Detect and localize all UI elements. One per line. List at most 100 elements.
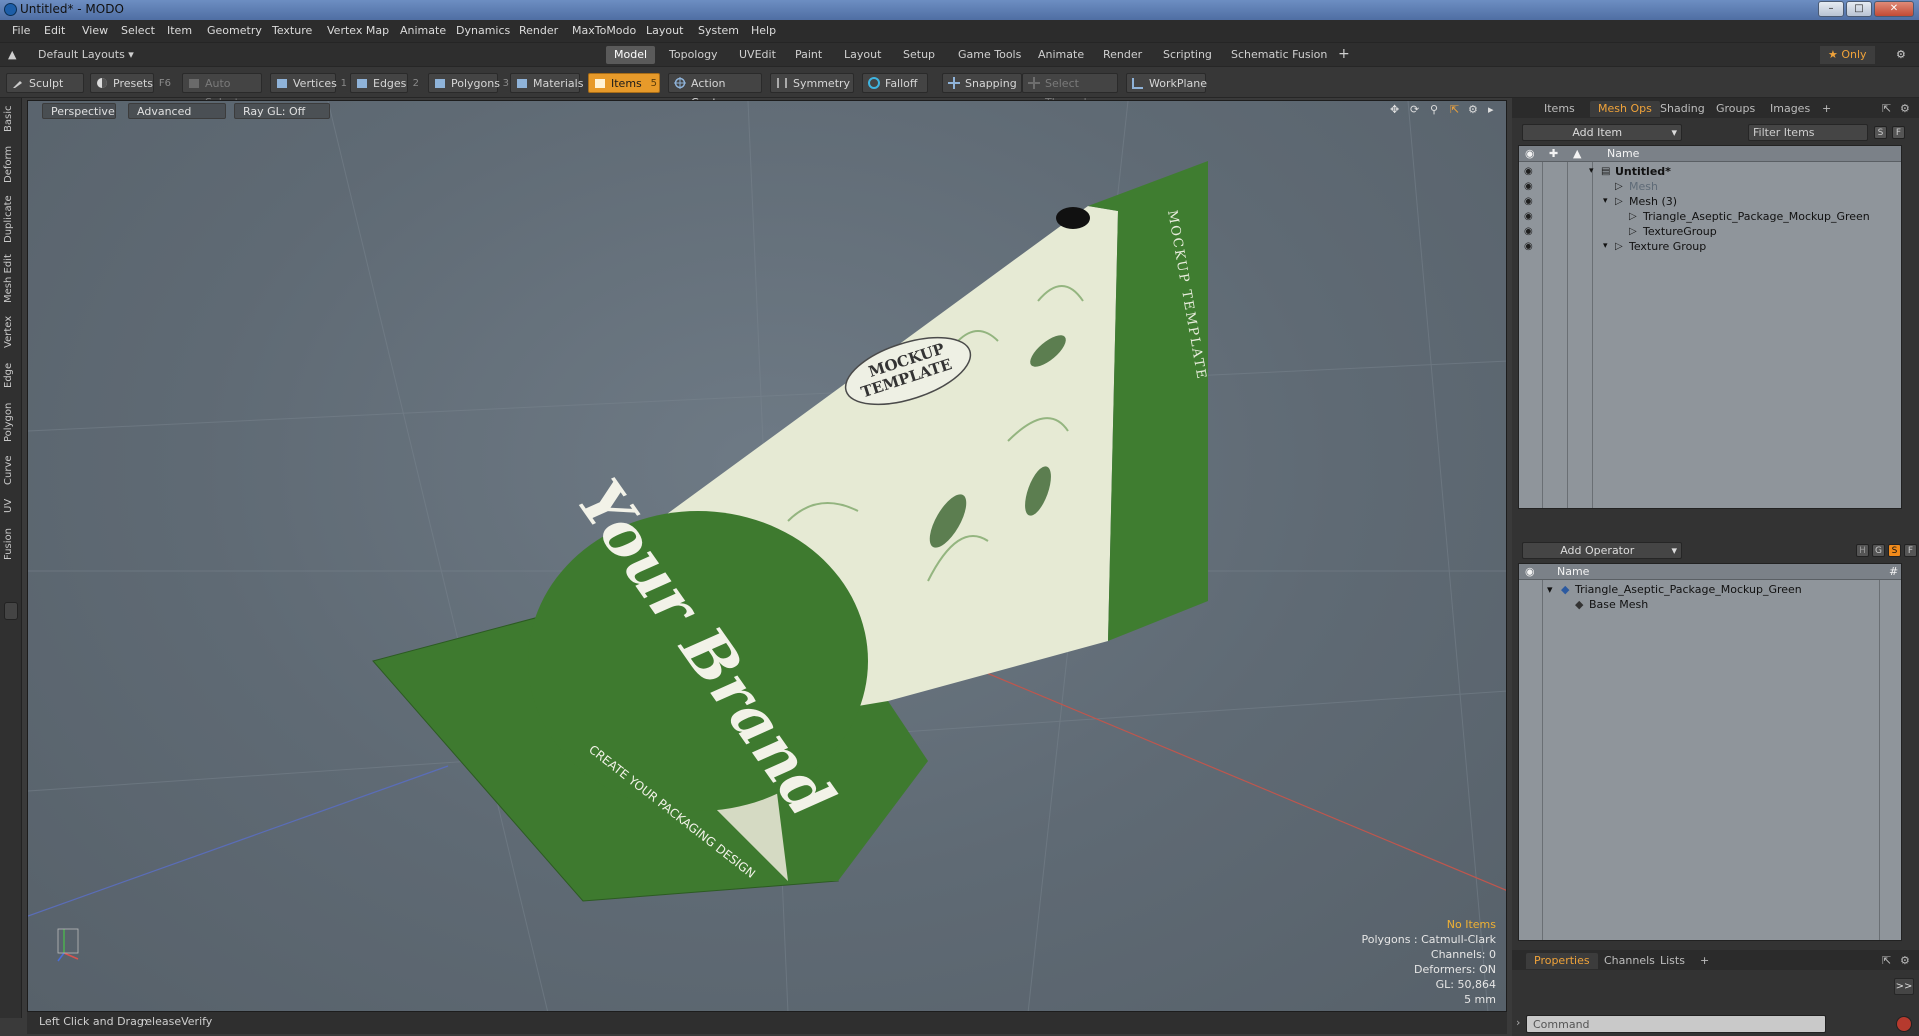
tab-paint[interactable]: Paint	[787, 46, 830, 64]
menu-maxtomodo[interactable]: MaxToModo	[572, 24, 636, 37]
tab-uv[interactable]: UV	[3, 496, 19, 516]
menu-render[interactable]: Render	[519, 24, 558, 37]
eye-icon[interactable]: ◉	[1524, 224, 1533, 239]
filter-f-toggle[interactable]: F	[1892, 126, 1905, 139]
menu-edit[interactable]: Edit	[44, 24, 65, 37]
meshops-g-toggle[interactable]: G	[1872, 544, 1885, 557]
snapping-button[interactable]: Snapping	[942, 73, 1022, 93]
tab-vertex[interactable]: Vertex	[3, 314, 19, 350]
tab-polygon[interactable]: Polygon	[3, 400, 19, 444]
polygons-button[interactable]: Polygons 3	[428, 73, 509, 93]
tab-fusion[interactable]: Fusion	[3, 526, 19, 562]
add-panel-tab-button[interactable]: +	[1814, 101, 1839, 117]
tab-mesh-ops[interactable]: Mesh Ops	[1590, 101, 1660, 117]
presets-button[interactable]: Presets F6	[90, 73, 171, 93]
vertices-button[interactable]: Vertices 1	[270, 73, 347, 93]
tab-setup[interactable]: Setup	[895, 46, 943, 64]
item-row[interactable]: ◉ ▷ Triangle_Aseptic_Package_Mockup_Green	[1519, 209, 1901, 224]
name-column-header[interactable]: Name	[1607, 147, 1639, 160]
add-operator-dropdown[interactable]: Add Operator ▾	[1522, 542, 1682, 559]
meshops-name-header[interactable]: Name	[1557, 565, 1589, 578]
tab-topology[interactable]: Topology	[661, 46, 726, 64]
eye-icon[interactable]: ◉	[1524, 239, 1533, 254]
raygl-dropdown[interactable]: Ray GL: Off	[234, 103, 330, 119]
only-toggle[interactable]: ★ Only	[1820, 46, 1875, 64]
meshop-row[interactable]: ▾ ◆ Triangle_Aseptic_Package_Mockup_Gree…	[1519, 582, 1901, 597]
tab-edge[interactable]: Edge	[3, 360, 19, 390]
zoom-view-icon[interactable]: ⚲	[1430, 103, 1438, 116]
tree-expand-icon[interactable]: ▾	[1589, 164, 1594, 179]
sculpt-button[interactable]: Sculpt	[6, 73, 84, 93]
item-row[interactable]: ◉ ▷ Mesh	[1519, 179, 1901, 194]
tab-animate[interactable]: Animate	[1030, 46, 1092, 64]
meshop-row[interactable]: ◆ Base Mesh	[1519, 597, 1901, 612]
eye-icon[interactable]: ◉	[1524, 209, 1533, 224]
eye-icon[interactable]: ◉	[1524, 179, 1533, 194]
item-row[interactable]: ◉ ▾ ▷ Texture Group	[1519, 239, 1901, 254]
panel-settings-icon[interactable]: ⚙	[1892, 101, 1918, 117]
tree-expand-icon[interactable]: ▾	[1603, 239, 1608, 254]
menu-texture[interactable]: Texture	[272, 24, 312, 37]
tab-curve[interactable]: Curve	[3, 454, 19, 486]
tab-scripting[interactable]: Scripting	[1155, 46, 1220, 64]
menu-select[interactable]: Select	[121, 24, 155, 37]
item-row[interactable]: ◉ ▾ ▤ Untitled*	[1519, 164, 1901, 179]
filter-items-field[interactable]: Filter Items	[1748, 124, 1868, 141]
layout-menu-icon[interactable]: ▲	[4, 46, 20, 64]
expand-properties-button[interactable]: >>	[1894, 978, 1914, 995]
menu-animate[interactable]: Animate	[400, 24, 446, 37]
3d-viewport[interactable]: MOCKUP TEMPLATE MOCKUP TEMPLATE Your Bra…	[27, 100, 1507, 1012]
fit-view-icon[interactable]: ⇱	[1450, 103, 1459, 116]
minimize-button[interactable]: –	[1818, 1, 1844, 17]
auto-select-button[interactable]: Auto Select	[182, 73, 262, 109]
items-button[interactable]: Items 5	[588, 73, 660, 93]
tab-basic[interactable]: Basic	[3, 104, 19, 134]
eye-icon[interactable]: ◉	[1524, 164, 1533, 179]
record-macro-icon[interactable]	[1896, 1016, 1912, 1032]
tab-groups[interactable]: Groups	[1708, 101, 1763, 117]
tab-items[interactable]: Items	[1536, 101, 1583, 117]
menu-item[interactable]: Item	[167, 24, 192, 37]
tab-images[interactable]: Images	[1762, 101, 1818, 117]
tab-render[interactable]: Render	[1095, 46, 1150, 64]
default-layouts-dropdown[interactable]: Default Layouts ▾	[30, 46, 142, 64]
menu-system[interactable]: System	[698, 24, 739, 37]
properties-settings-icon[interactable]: ⚙	[1892, 953, 1918, 969]
menu-help[interactable]: Help	[751, 24, 776, 37]
maximize-button[interactable]: □	[1846, 1, 1872, 17]
meshops-s-toggle[interactable]: S	[1888, 544, 1901, 557]
item-row[interactable]: ◉ ▾ ▷ Mesh (3)	[1519, 194, 1901, 209]
perspective-dropdown[interactable]: Perspective	[42, 103, 116, 119]
tab-schematic-fusion[interactable]: Schematic Fusion	[1223, 46, 1335, 64]
tab-layout[interactable]: Layout	[836, 46, 889, 64]
tab-mesh-edit[interactable]: Mesh Edit	[3, 254, 19, 304]
tab-uvedit[interactable]: UVEdit	[731, 46, 784, 64]
falloff-button[interactable]: Falloff	[862, 73, 928, 93]
menu-layout[interactable]: Layout	[646, 24, 683, 37]
tree-expand-icon[interactable]: ▾	[1547, 582, 1553, 597]
materials-button[interactable]: Materials	[510, 73, 583, 93]
select-through-button[interactable]: Select Through	[1022, 73, 1118, 109]
tab-model[interactable]: Model	[606, 46, 656, 64]
menu-vertex-map[interactable]: Vertex Map	[327, 24, 389, 37]
menu-file[interactable]: File	[12, 24, 30, 37]
item-list[interactable]: ◉ ✚ ▲ Name ◉ ▾ ▤ Untitled* ◉ ▷ Mesh ◉ ▾ ▷ Mesh (3)…	[1518, 145, 1902, 509]
symmetry-button[interactable]: Symmetry	[770, 73, 854, 93]
meshops-list[interactable]: ◉ Name # ▾ ◆ Triangle_Aseptic_Package_Mo…	[1518, 563, 1902, 941]
filter-s-toggle[interactable]: S	[1874, 126, 1887, 139]
tab-duplicate[interactable]: Duplicate	[3, 194, 19, 244]
tab-properties[interactable]: Properties	[1526, 953, 1598, 969]
tab-lists[interactable]: Lists	[1652, 953, 1693, 969]
viewport-settings-icon[interactable]: ⚙	[1468, 103, 1478, 116]
tab-deform[interactable]: Deform	[3, 144, 19, 184]
tree-expand-icon[interactable]: ▾	[1603, 194, 1608, 209]
close-button[interactable]: ✕	[1874, 1, 1914, 17]
menu-dynamics[interactable]: Dynamics	[456, 24, 510, 37]
workplane-button[interactable]: WorkPlane	[1126, 73, 1207, 93]
rotate-view-icon[interactable]: ⟳	[1410, 103, 1419, 116]
gear-icon[interactable]: ⚙	[1892, 46, 1910, 64]
expand-tabs-button[interactable]	[4, 602, 18, 620]
command-input[interactable]: Command	[1526, 1015, 1826, 1033]
add-tab-button[interactable]: +	[1330, 46, 1358, 64]
add-item-dropdown[interactable]: Add Item ▾	[1522, 124, 1682, 141]
